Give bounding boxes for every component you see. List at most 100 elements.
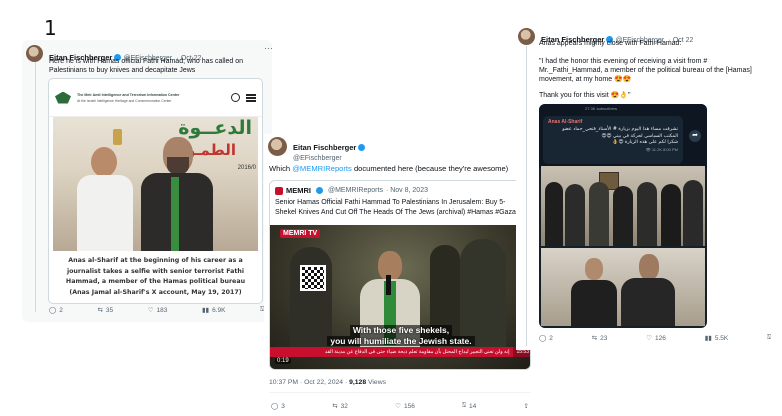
views-count: 6.9K [212,306,226,314]
photo-banner-text-3: 2016/0 [237,165,256,171]
bookmark-count: 14 [469,402,477,410]
subtitle-line-1: With those five shekels, [349,325,453,336]
tweet-actions: ◯ 2 ⇆ 23 ♡ 126 ▮▮ 5.5K ⍂ [539,334,771,342]
like-button[interactable]: ♡ 156 [395,402,415,411]
menu-icon[interactable] [246,93,256,102]
views-button[interactable]: ▮▮ 6.9K [202,306,226,315]
itic-logo-icon [55,91,71,104]
avatar[interactable] [518,28,535,45]
video-subtitle: With those five shekels, you will humili… [270,325,530,346]
reply-button[interactable]: ◯ 2 [539,334,553,343]
like-count: 183 [156,306,168,314]
views-count: 5.5K [714,334,729,342]
channel-subscribers: 27.3K subscribers [585,106,618,111]
reply-icon: ◯ [539,335,547,342]
photo-group [541,166,705,246]
quoted-author-name[interactable]: MEMRI [286,186,311,195]
group-person-1 [545,182,563,246]
group-person-7 [683,180,703,246]
group-person-5 [637,182,657,246]
person-right [141,137,213,251]
repost-button[interactable]: ⇆ 23 [591,334,608,343]
views-label: Views [366,379,387,386]
forward-icon[interactable]: ➦ [689,130,701,142]
group-person-3 [589,182,609,246]
share-button[interactable]: ⇪ [524,402,529,410]
mention-link[interactable]: @MEMRIReports [292,164,352,173]
quoted-tweet[interactable]: MEMRI @MEMRIReports · Nov 8, 2023 Senior… [269,180,531,370]
views-icon: ▮▮ [704,335,712,342]
attached-image[interactable]: The Meir Amit Intelligence and Terrorism… [48,78,263,304]
verified-badge-icon [316,187,323,194]
tweet-2[interactable]: Eitan Fischberger @EFischberger ··· Whic… [264,134,536,416]
avatar[interactable] [26,45,43,62]
repost-button[interactable]: ⇆ 35 [97,306,114,315]
repost-icon: ⇆ [591,335,598,342]
photo-pair [541,248,705,326]
person-left [77,147,133,251]
site-title: The Meir Amit Intelligence and Terrorism… [77,92,180,97]
ticker-text: إنه ولن تعني التعبير ليداح المحتل بأن مق… [324,349,510,355]
views-button[interactable]: ▮▮ 5.5K [704,334,729,343]
tweet-actions: ◯ 3 ⇆ 32 ♡ 156 ⍂ 14 ⇪ [271,402,529,410]
tweet-text: Which @MEMRIReports documented here (bec… [269,164,508,173]
repost-count: 32 [340,402,348,410]
tweet-text: Here he is with Hamas official Fathi Ham… [49,58,244,74]
divider [269,392,531,393]
pair-person-right [621,254,675,326]
bookmark-icon: ⍂ [767,334,771,341]
verified-badge-icon [358,144,366,151]
quoted-author-handle[interactable]: @MEMRIReports [328,187,383,194]
qr-code-icon [300,265,326,291]
views-count: 9,128 [349,379,367,386]
reply-button[interactable]: ◯ 3 [271,402,285,411]
tweet-3[interactable]: Eitan Fischberger @EFischberger · Oct 22 … [516,24,778,350]
search-icon[interactable] [231,93,240,102]
reply-count: 2 [549,334,553,342]
video-player[interactable]: MEMRI TV With those five shekels, you wi… [270,225,530,369]
pair-person-left [571,258,617,326]
reply-icon: ◯ [49,307,57,314]
bookmark-button[interactable]: ⍂ 14 [462,402,476,410]
author-handle[interactable]: @EFischberger [293,155,367,162]
share-icon: ⇪ [523,403,529,410]
tweet-quote: "I had the honor this evening of receivi… [539,58,752,83]
bookmark-icon: ⍂ [462,402,467,409]
like-count: 126 [655,334,666,342]
more-options-icon[interactable]: ··· [264,43,273,53]
repost-button[interactable]: ⇆ 32 [332,402,348,411]
video-duration: 0:19 [275,358,291,364]
microphone [386,275,391,295]
message-author: Anas Al-Sharif [548,119,583,125]
thread-line [526,46,527,346]
phone [113,129,122,145]
reply-count: 3 [281,402,285,410]
timestamp-text[interactable]: 10:37 PM · Oct 22, 2024 · [269,379,349,386]
reply-button[interactable]: ◯ 2 [49,306,63,315]
repost-icon: ⇆ [332,403,338,410]
message-meta: 👁 11.2K 8:00 PM [645,146,678,152]
tweet-text-prefix: Which [269,164,293,173]
avatar[interactable] [268,137,287,156]
message-text: تشرفت مساء هذا اليوم بزيارة # الأستاذ_فت… [562,127,678,139]
repost-count: 35 [105,306,114,314]
selfie-photo: الدعــوة الطمـو 2016/0 [53,117,258,251]
group-person-4 [613,186,633,246]
like-button[interactable]: ♡ 183 [147,306,168,315]
news-ticker: إنه ولن تعني التعبير ليداح المحتل بأن مق… [270,347,530,357]
author-name[interactable]: Eitan Fischberger [293,143,356,152]
marker-1: 1 [44,16,57,40]
reply-icon: ◯ [271,403,279,410]
tweet-1[interactable]: Eitan Fischberger @EFischberger · Oct 22 … [22,40,273,322]
tweet-actions: ◯ 2 ⇆ 35 ♡ 183 ▮▮ 6.9K ⍂ [49,306,264,314]
repost-icon: ⇆ [97,307,103,314]
heart-icon: ♡ [147,307,154,314]
memri-avatar-icon [275,186,283,195]
reply-count: 2 [59,306,63,314]
quoted-date[interactable]: · Nov 8, 2023 [386,187,428,194]
group-person-2 [565,184,585,246]
like-button[interactable]: ♡ 126 [646,334,666,343]
bookmark-button[interactable]: ⍂ [767,334,771,342]
tweet-quote-end: Thank you for this visit 😍👌" [539,92,631,99]
attached-image[interactable]: 27.3K subscribers Anas Al-Sharif تشرفت م… [539,104,707,328]
